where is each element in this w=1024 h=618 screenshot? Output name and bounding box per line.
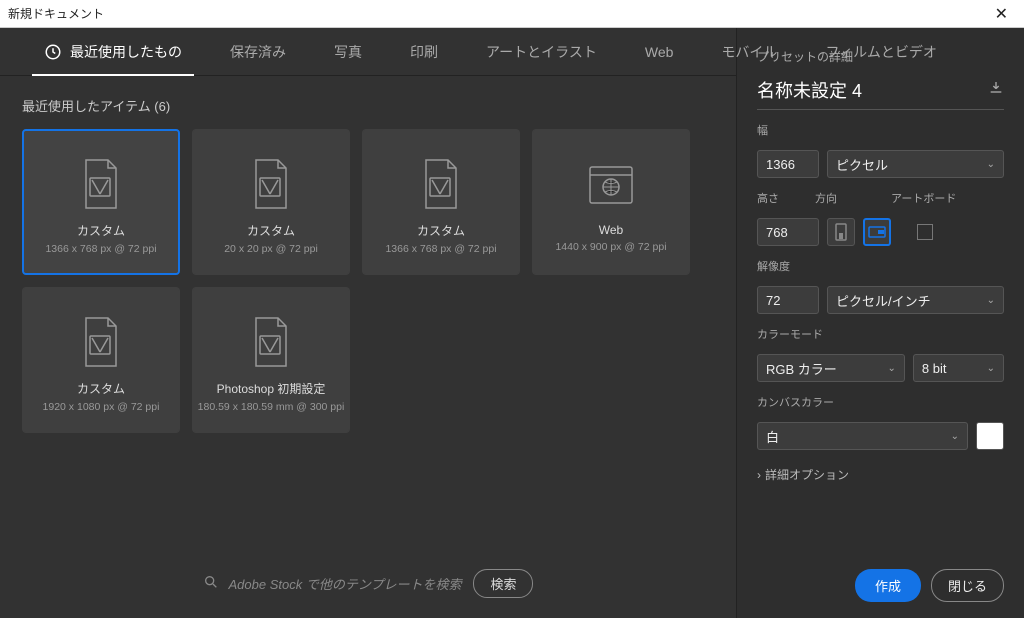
background-value: 白	[766, 427, 779, 446]
width-input[interactable]	[757, 150, 819, 178]
tab-label: 印刷	[410, 42, 438, 62]
chevron-down-icon: ⌄	[987, 159, 995, 170]
preset-card-title: カスタム	[77, 380, 125, 397]
background-swatch[interactable]	[976, 422, 1004, 450]
bitdepth-select[interactable]: 8 bit ⌄	[913, 354, 1004, 382]
preset-card-title: Photoshop 初期設定	[217, 380, 326, 397]
tab-mobile[interactable]: モバイル	[697, 28, 801, 76]
preset-details-panel: プリセットの詳細 名称未設定 4 幅 ピクセル ⌄ 高さ 方向 アートボード	[736, 28, 1024, 618]
preset-card[interactable]: カスタム 1366 x 768 px @ 72 ppi	[22, 129, 180, 275]
tab-label: 保存済み	[230, 42, 286, 62]
search-button[interactable]: 検索	[473, 569, 533, 598]
preset-card[interactable]: Web 1440 x 900 px @ 72 ppi	[532, 129, 690, 275]
tab-photo[interactable]: 写真	[310, 28, 386, 76]
globe-icon	[588, 157, 634, 213]
category-tabs: 最近使用したもの 保存済み 写真 印刷 アートとイラスト Web モバイル フィ…	[0, 28, 736, 76]
document-icon	[418, 156, 464, 212]
document-icon	[78, 156, 124, 212]
preset-card[interactable]: Photoshop 初期設定 180.59 x 180.59 mm @ 300 p…	[192, 287, 350, 433]
preset-card-sub: 180.59 x 180.59 mm @ 300 ppi	[198, 401, 345, 413]
artboard-checkbox[interactable]	[917, 224, 933, 240]
unit-value: ピクセル	[836, 155, 888, 174]
resolution-unit-value: ピクセル/インチ	[836, 291, 931, 310]
width-label: 幅	[757, 122, 1004, 138]
window-title: 新規ドキュメント	[8, 5, 104, 22]
chevron-down-icon: ⌄	[987, 363, 995, 374]
chevron-down-icon: ⌄	[951, 431, 959, 442]
advanced-label: 詳細オプション	[765, 466, 849, 483]
resolution-label: 解像度	[757, 258, 1004, 274]
preset-card-sub: 1440 x 900 px @ 72 ppi	[555, 241, 666, 253]
preset-name-input[interactable]: 名称未設定 4	[757, 77, 862, 103]
preset-card[interactable]: カスタム 20 x 20 px @ 72 ppi	[192, 129, 350, 275]
preset-card[interactable]: カスタム 1366 x 768 px @ 72 ppi	[362, 129, 520, 275]
create-button[interactable]: 作成	[855, 569, 921, 602]
stock-search-box[interactable]: Adobe Stock で他のテンプレートを検索	[203, 574, 462, 593]
clock-icon	[44, 43, 62, 61]
tab-recent[interactable]: 最近使用したもの	[20, 28, 206, 76]
chevron-right-icon: ›	[757, 468, 761, 482]
tab-saved[interactable]: 保存済み	[206, 28, 310, 76]
dialog-body: 最近使用したもの 保存済み 写真 印刷 アートとイラスト Web モバイル フィ…	[0, 28, 1024, 618]
colormode-value: RGB カラー	[766, 359, 837, 378]
preset-card[interactable]: カスタム 1920 x 1080 px @ 72 ppi	[22, 287, 180, 433]
tab-film[interactable]: フィルムとビデオ	[801, 28, 960, 76]
tab-label: フィルムとビデオ	[825, 42, 936, 62]
tab-label: 最近使用したもの	[70, 42, 182, 62]
height-input[interactable]	[757, 218, 819, 246]
height-label: 高さ	[757, 190, 779, 206]
stock-search-row: Adobe Stock で他のテンプレートを検索 検索	[0, 548, 736, 618]
tab-label: アートとイラスト	[486, 42, 597, 62]
tab-label: 写真	[334, 42, 362, 62]
tab-art[interactable]: アートとイラスト	[462, 28, 621, 76]
chevron-down-icon: ⌄	[987, 295, 995, 306]
tab-label: Web	[645, 44, 674, 60]
orientation-label: 方向	[815, 190, 837, 206]
document-icon	[248, 156, 294, 212]
document-icon	[78, 314, 124, 370]
dialog-footer: 作成 閉じる	[757, 549, 1004, 602]
save-preset-icon[interactable]	[988, 80, 1004, 101]
close-button[interactable]: 閉じる	[931, 569, 1004, 602]
preset-card-title: Web	[599, 223, 623, 237]
artboard-label: アートボード	[891, 190, 956, 206]
colormode-select[interactable]: RGB カラー ⌄	[757, 354, 905, 382]
background-label: カンバスカラー	[757, 394, 1004, 410]
resolution-input[interactable]	[757, 286, 819, 314]
preset-card-sub: 20 x 20 px @ 72 ppi	[224, 243, 318, 255]
tab-web[interactable]: Web	[621, 28, 698, 76]
chevron-down-icon: ⌄	[888, 363, 896, 374]
colormode-label: カラーモード	[757, 326, 1004, 342]
recent-items-heading: 最近使用したアイテム (6)	[22, 96, 714, 115]
advanced-options-toggle[interactable]: › 詳細オプション	[757, 466, 1004, 483]
bitdepth-value: 8 bit	[922, 361, 947, 376]
preset-card-title: カスタム	[247, 222, 295, 239]
resolution-unit-select[interactable]: ピクセル/インチ ⌄	[827, 286, 1004, 314]
document-icon	[248, 314, 294, 370]
search-icon	[203, 574, 219, 593]
orientation-landscape-button[interactable]	[863, 218, 891, 246]
unit-select[interactable]: ピクセル ⌄	[827, 150, 1004, 178]
preset-card-title: カスタム	[417, 222, 465, 239]
preset-grid: カスタム 1366 x 768 px @ 72 ppi カスタム 20 x 20 px…	[22, 129, 714, 433]
orientation-portrait-button[interactable]	[827, 218, 855, 246]
tab-label: モバイル	[721, 42, 777, 62]
tab-print[interactable]: 印刷	[386, 28, 462, 76]
preset-card-sub: 1920 x 1080 px @ 72 ppi	[43, 401, 160, 413]
left-pane: 最近使用したもの 保存済み 写真 印刷 アートとイラスト Web モバイル フィ…	[0, 28, 736, 618]
search-placeholder: Adobe Stock で他のテンプレートを検索	[229, 574, 462, 593]
window-titlebar: 新規ドキュメント ✕	[0, 0, 1024, 28]
recent-items-panel: 最近使用したアイテム (6) カスタム 1366 x 768 px @ 72 pp…	[0, 76, 736, 548]
preset-card-title: カスタム	[77, 222, 125, 239]
background-select[interactable]: 白 ⌄	[757, 422, 968, 450]
preset-card-sub: 1366 x 768 px @ 72 ppi	[45, 243, 156, 255]
preset-card-sub: 1366 x 768 px @ 72 ppi	[385, 243, 496, 255]
close-icon[interactable]: ✕	[987, 4, 1016, 24]
preset-name-row: 名称未設定 4	[757, 77, 1004, 110]
